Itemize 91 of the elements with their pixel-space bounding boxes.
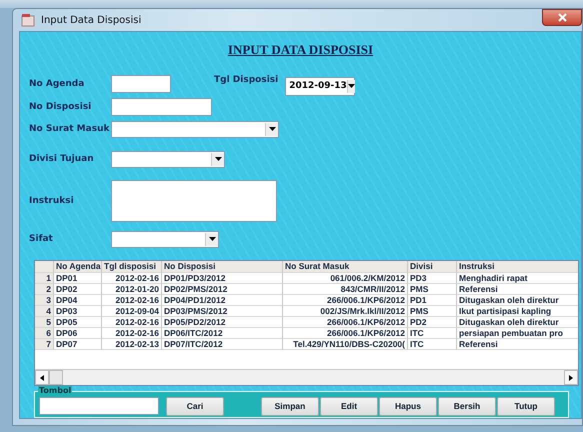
table-cell: 2012-02-16 [102,273,162,284]
table-cell: DP03/PMS/2012 [162,306,283,317]
table-cell: DP02/PMS/2012 [162,284,283,295]
table-cell: PMS [408,284,457,295]
row-header[interactable]: 7 [35,339,54,350]
field-label: Tgl Disposisi [214,75,278,85]
dropdown-field[interactable] [111,230,219,248]
table-cell: 2012-02-13 [102,339,162,350]
row-header[interactable]: 6 [35,328,54,339]
row-header[interactable]: 2 [35,284,54,295]
table-cell: 266/006.1/KP6/2012 [283,295,408,306]
table-cell: Referensi [457,339,578,350]
table-cell: Referensi [457,284,578,295]
table-cell: DP01/PD3/2012 [162,273,283,284]
table-cell: DP03 [54,306,102,317]
field-label: No Surat Masuk [29,124,110,134]
table-cell: DP05/PD2/2012 [162,317,283,328]
group-title: Tombol [38,386,72,396]
close-button[interactable] [542,9,582,26]
scroll-right-icon [569,374,573,381]
table-cell: 2012-01-20 [102,284,162,295]
column-header[interactable]: No Surat Masuk [283,261,408,273]
field-label: No Disposisi [29,102,92,112]
table-cell: Tel.429/YN110/DBS-C20200( [283,339,408,350]
table-cell: PD3 [408,273,457,284]
dropdown-arrow-icon [214,157,222,161]
scroll-thumb[interactable] [49,370,63,386]
table-cell: 266/006.1/KP6/2012 [283,328,408,339]
input-field[interactable] [111,75,171,93]
column-header[interactable]: Divisi [408,261,457,273]
action-button[interactable]: Bersih [438,396,496,416]
action-button[interactable]: Simpan [261,396,319,416]
table-cell: DP07/ITC/2012 [162,339,283,350]
corner-cell [35,261,54,273]
table-cell: Ikut partisipasi kapling [457,306,578,317]
search-button[interactable]: Cari [166,396,224,416]
dropdown-arrow-icon [268,127,276,131]
field-label: Instruksi [29,196,75,206]
form-heading: INPUT DATA DISPOSISI [228,42,374,58]
table-cell: PD1 [408,295,457,306]
action-button[interactable]: Edit [320,396,378,416]
column-header[interactable]: Tgl disposisi [102,261,162,273]
field-label: No Agenda [29,79,86,89]
dropdown-field[interactable] [111,150,225,168]
table-cell: ITC [408,339,457,350]
row-header[interactable]: 1 [35,273,54,284]
column-header[interactable]: No Disposisi [162,261,283,273]
column-header[interactable]: Instruksi [457,261,578,273]
dropdown-field[interactable] [111,120,279,138]
table-cell: 266/006.1/KP6/2012 [283,317,408,328]
field-label: Sifat [29,234,54,244]
table-cell: Ditugaskan oleh direktur [457,295,578,306]
table-cell: 002/JS/Mrk.Ikl/II/2012 [283,306,408,317]
table-cell: DP02 [54,284,102,295]
table-cell: ITC [408,328,457,339]
table-cell: persiapan pembuatan pro [457,328,578,339]
row-header[interactable]: 4 [35,306,54,317]
scroll-left-icon [40,374,44,381]
row-header[interactable]: 5 [35,317,54,328]
row-header[interactable]: 3 [35,295,54,306]
field-label: Divisi Tujuan [29,154,95,164]
horizontal-scrollbar[interactable] [35,369,578,386]
table-cell: DP04 [54,295,102,306]
text-area[interactable] [111,180,277,222]
table-cell: DP01 [54,273,102,284]
table-cell: DP06/ITC/2012 [162,328,283,339]
date-picker[interactable]: 2012-09-13 [285,76,356,96]
close-icon [558,13,566,22]
table-cell: 2012-02-16 [102,317,162,328]
table-cell: DP04/PD1/2012 [162,295,283,306]
table-cell: DP06 [54,328,102,339]
dropdown-arrow-icon [208,237,216,241]
table-cell: DP07 [54,339,102,350]
table-cell: 843/CMR/II/2012 [283,284,408,295]
table-cell: PMS [408,306,457,317]
table-cell: 061/006.2/KM/2012 [283,273,408,284]
table-cell: Ditugaskan oleh direktur [457,317,578,328]
dropdown-arrow-icon [348,84,355,88]
table-cell: PD2 [408,317,457,328]
table-cell: DP05 [54,317,102,328]
window-title: Input Data Disposisi [41,14,142,26]
input-field[interactable] [111,98,212,116]
app-icon [21,13,35,27]
table-cell: 2012-02-16 [102,295,162,306]
search-field[interactable] [39,397,159,416]
table-cell: Menghadiri rapat [457,273,578,284]
table-cell: 2012-02-16 [102,328,162,339]
table-cell: 2012-09-04 [102,306,162,317]
column-header[interactable]: No Agenda [54,261,102,273]
action-button[interactable]: Tutup [497,396,555,416]
action-button[interactable]: Hapus [379,396,437,416]
